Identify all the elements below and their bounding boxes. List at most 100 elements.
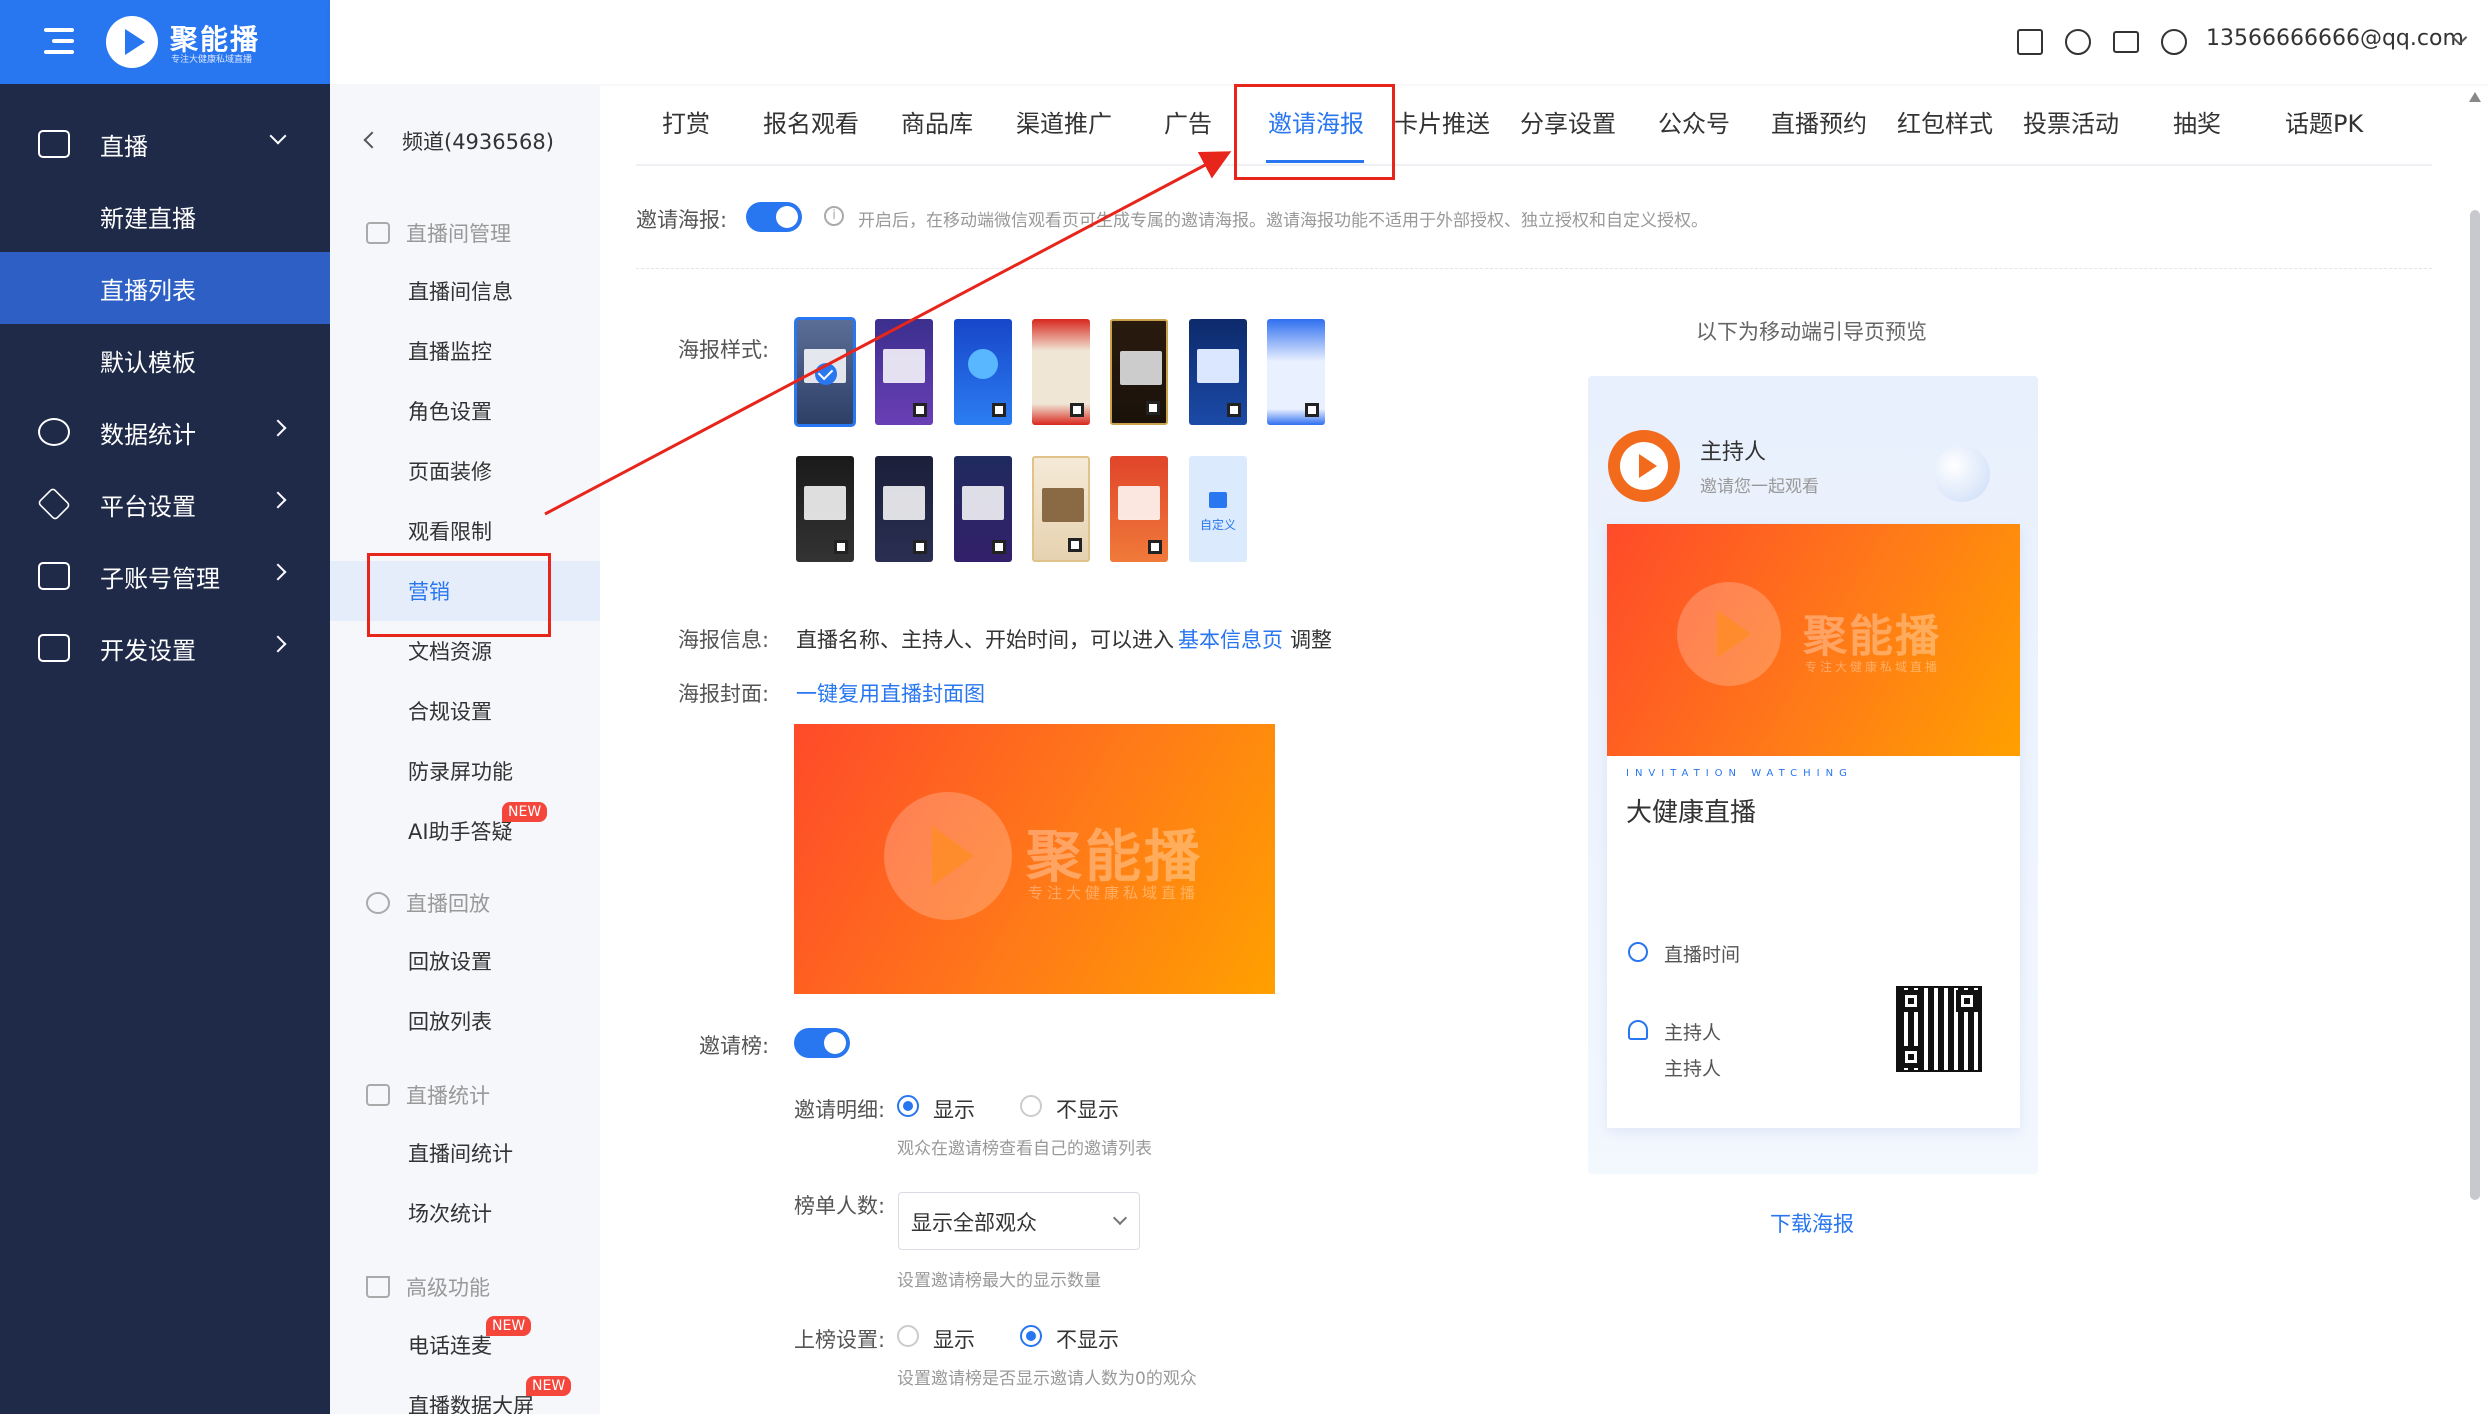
nav-new-live[interactable]: 新建直播 <box>0 180 330 252</box>
basic-info-link[interactable]: 基本信息页 <box>1178 624 1283 654</box>
preview-title: 以下为移动端引导页预览 <box>1696 320 1927 344</box>
rank-setting-show-label[interactable]: 显示 <box>933 1324 975 1354</box>
menu-page-decoration[interactable]: 页面装修 <box>330 441 600 501</box>
rank-setting-hide-radio[interactable] <box>1020 1325 1042 1347</box>
rank-count-select[interactable]: 显示全部观众 <box>898 1192 1140 1250</box>
reuse-cover-link[interactable]: 一键复用直播封面图 <box>796 678 985 708</box>
poster-style-5[interactable] <box>1110 319 1168 425</box>
back-to-channel[interactable]: 频道(4936568) <box>366 126 554 156</box>
poster-style-12[interactable] <box>1110 456 1168 562</box>
code-icon <box>38 634 70 662</box>
invite-detail-show-label[interactable]: 显示 <box>933 1094 975 1124</box>
tab-card-push[interactable]: 卡片推送 <box>1394 104 1490 139</box>
menu-watch-restriction[interactable]: 观看限制 <box>330 501 600 561</box>
nav-default-template[interactable]: 默认模板 <box>0 324 330 396</box>
menu-live-monitor[interactable]: 直播监控 <box>330 321 600 381</box>
menu-phone-connect[interactable]: 电话连麦 <box>330 1315 600 1375</box>
menu-session-stats[interactable]: 场次统计 <box>330 1183 600 1243</box>
nav-data-stats[interactable]: 数据统计 <box>0 396 330 468</box>
image-icon <box>1209 492 1227 508</box>
menu-replay-list[interactable]: 回放列表 <box>330 991 600 1051</box>
poster-cover-label: 海报封面: <box>678 682 770 706</box>
user-email[interactable]: 13566666666@qq.com <box>2206 26 2464 51</box>
invite-detail-hide-radio[interactable] <box>1020 1095 1042 1117</box>
tab-channel-promotion[interactable]: 渠道推广 <box>1016 104 1112 139</box>
menu-anti-recording[interactable]: 防录屏功能 <box>330 741 600 801</box>
invite-rank-toggle[interactable] <box>794 1028 850 1058</box>
nav-sub-accounts[interactable]: 子账号管理 <box>0 540 330 612</box>
nav-live[interactable]: 直播 <box>0 108 330 180</box>
nav-label: 数据统计 <box>100 420 196 449</box>
tab-live-reservation[interactable]: 直播预约 <box>1771 104 1867 139</box>
nav-platform-settings[interactable]: 平台设置 <box>0 468 330 540</box>
scroll-up-icon[interactable] <box>2469 92 2481 102</box>
tab-voting[interactable]: 投票活动 <box>2023 104 2119 139</box>
rank-count-hint: 设置邀请榜最大的显示数量 <box>897 1271 1101 1291</box>
invite-poster-toggle[interactable] <box>746 202 802 232</box>
poster-style-4[interactable] <box>1032 319 1090 425</box>
replay-icon <box>366 892 390 914</box>
document-icon[interactable] <box>2017 29 2043 55</box>
invite-rank-label: 邀请榜: <box>699 1034 770 1058</box>
tab-ads[interactable]: 广告 <box>1164 104 1212 139</box>
section-divider <box>636 268 2432 269</box>
poster-style-9[interactable] <box>875 456 933 562</box>
chevron-down-icon <box>1112 1210 1128 1226</box>
download-poster-link[interactable]: 下载海报 <box>1770 1208 1854 1238</box>
layers-icon <box>37 487 71 521</box>
preview-host-value: 主持人 <box>1664 1058 1722 1080</box>
rank-setting-show-radio[interactable] <box>897 1325 919 1347</box>
menu-compliance[interactable]: 合规设置 <box>330 681 600 741</box>
poster-style-6[interactable] <box>1189 319 1247 425</box>
brand-header: 聚能播 专注大健康私域直播 <box>0 0 330 84</box>
poster-style-8[interactable] <box>796 456 854 562</box>
invite-detail-hide-label[interactable]: 不显示 <box>1056 1094 1119 1124</box>
menu-role-settings[interactable]: 角色设置 <box>330 381 600 441</box>
tab-lottery[interactable]: 抽奖 <box>2173 104 2221 139</box>
poster-style-11[interactable] <box>1032 456 1090 562</box>
info-icon: i <box>824 206 844 226</box>
tab-official-account[interactable]: 公众号 <box>1658 104 1730 139</box>
new-badge: NEW <box>502 802 548 822</box>
logo-icon <box>106 16 158 68</box>
nav-live-list[interactable]: 直播列表 <box>0 252 330 324</box>
poster-style-10[interactable] <box>954 456 1012 562</box>
menu-room-info[interactable]: 直播间信息 <box>330 261 600 321</box>
nav-label: 直播 <box>100 132 148 161</box>
menu-replay-settings[interactable]: 回放设置 <box>330 931 600 991</box>
menu-toggle-icon[interactable] <box>44 28 74 54</box>
new-badge: NEW <box>526 1376 572 1396</box>
download-icon[interactable] <box>2065 29 2091 55</box>
menu-room-stats[interactable]: 直播间统计 <box>330 1123 600 1183</box>
play-logo-icon <box>1677 582 1781 686</box>
group-room-management: 直播间管理 <box>366 218 511 248</box>
poster-style-3[interactable] <box>954 319 1012 425</box>
invitation-en: INVITATION WATCHING <box>1626 768 1853 779</box>
poster-style-2[interactable] <box>875 319 933 425</box>
main-sidebar: 聚能播 专注大健康私域直播 直播 新建直播 直播列表 默认模板 数据统计 平台设… <box>0 0 330 1414</box>
chevron-right-icon <box>269 635 287 653</box>
tab-reward[interactable]: 打赏 <box>662 104 710 139</box>
rank-setting-hide-label[interactable]: 不显示 <box>1056 1324 1119 1354</box>
poster-style-7[interactable] <box>1267 319 1325 425</box>
tab-signup[interactable]: 报名观看 <box>763 104 859 139</box>
tab-product-library[interactable]: 商品库 <box>901 104 973 139</box>
menu-ai-assistant[interactable]: AI助手答疑 <box>330 801 600 861</box>
mail-icon[interactable] <box>2113 31 2139 53</box>
tab-topic-pk[interactable]: 话题PK <box>2285 104 2363 139</box>
poster-cover-image: 聚能播 专注大健康私域直播 <box>794 724 1275 994</box>
yuan-icon[interactable] <box>2161 29 2187 55</box>
host-avatar <box>1608 430 1680 502</box>
tab-red-packet[interactable]: 红包样式 <box>1897 104 1993 139</box>
invite-detail-show-radio[interactable] <box>897 1095 919 1117</box>
preview-host-name: 主持人 <box>1700 440 1767 465</box>
highlight-box-tab <box>1234 84 1395 180</box>
tab-share-settings[interactable]: 分享设置 <box>1520 104 1616 139</box>
poster-style-1[interactable] <box>794 317 856 427</box>
play-logo-icon <box>884 792 1012 920</box>
preview-live-title: 大健康直播 <box>1626 798 1757 828</box>
page-scrollbar[interactable] <box>2470 210 2480 1200</box>
rank-setting-label: 上榜设置: <box>794 1328 886 1352</box>
nav-dev-settings[interactable]: 开发设置 <box>0 612 330 684</box>
poster-style-custom[interactable]: 自定义 <box>1189 456 1247 562</box>
